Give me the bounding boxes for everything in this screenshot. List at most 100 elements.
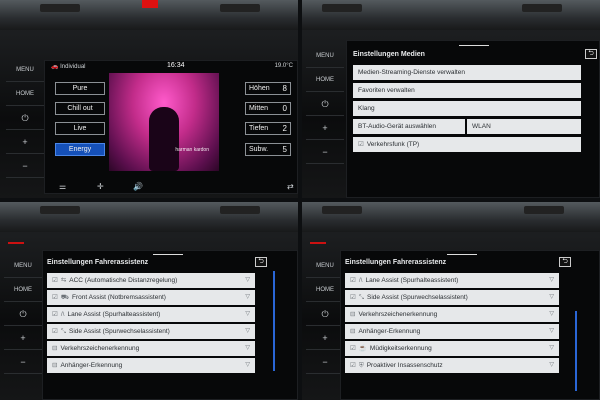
air-vent: [220, 206, 260, 214]
list-item-label: Anhänger-Erkennung: [60, 362, 123, 369]
back-icon[interactable]: ⮌: [559, 257, 571, 267]
volume-up-icon[interactable]: +: [306, 116, 344, 140]
drag-handle: [447, 254, 477, 255]
side-buttons: MENU HOME ⏻ + −: [6, 58, 44, 178]
list-item-label: Proaktiver Insassenschutz: [366, 362, 443, 369]
list-item-streaming[interactable]: Medien-Streaming-Dienste verwalten: [353, 65, 581, 80]
list-item-anhaenger[interactable]: ⊟ Anhänger-Erkennung ▽: [345, 324, 559, 339]
hazard-button[interactable]: [142, 0, 158, 8]
checkbox-icon[interactable]: ☑: [52, 307, 58, 322]
list-item-bt-audio[interactable]: BT-Audio-Gerät auswählen: [353, 119, 465, 134]
list-item-verkehrszeichen[interactable]: ⊟ Verkehrszeichenerkennung ▽: [47, 341, 255, 356]
screenshot-grid: MENU HOME ⏻ + − 🚗 Individual 16:34 19.0°…: [0, 0, 600, 400]
eq-label: Höhen: [249, 85, 270, 92]
list-item-verkehrsfunk[interactable]: ☑ Verkehrsfunk (TP): [353, 137, 581, 152]
air-vent: [322, 206, 362, 214]
list-item-klang[interactable]: Klang: [353, 101, 581, 116]
side-buttons: MENU HOME ⏻ + −: [306, 44, 344, 164]
checkbox-icon[interactable]: ☑: [350, 341, 356, 356]
list-item-label: Lane Assist (Spurhalteassistent): [67, 311, 161, 318]
power-icon[interactable]: ⏻: [306, 302, 344, 326]
list-item-favoriten[interactable]: Favoriten verwalten: [353, 83, 581, 98]
chevron-down-icon[interactable]: ▽: [245, 341, 250, 356]
menu-button[interactable]: MENU: [6, 58, 44, 82]
chevron-down-icon[interactable]: ▽: [549, 358, 554, 373]
chevron-down-icon[interactable]: ▽: [549, 324, 554, 339]
menu-button[interactable]: MENU: [306, 254, 344, 278]
list-item-side-assist[interactable]: ☑ ⤡ Side Assist (Spurwechselassistent) ▽: [47, 324, 255, 339]
list-item-label: Verkehrsfunk (TP): [366, 141, 420, 148]
list-item-label: Side Assist (Spurwechselassistent): [367, 294, 468, 301]
preset-live[interactable]: Live: [55, 122, 105, 135]
checkbox-icon[interactable]: ☑: [52, 273, 58, 288]
list-item-lane-assist[interactable]: ☑/\ Lane Assist (Spurhalteassistent) ▽: [345, 273, 559, 288]
list-item-label: Müdigkeitserkennung: [369, 345, 432, 352]
eq-mitten[interactable]: Mitten 0: [245, 102, 291, 115]
list-item-label: ACC (Automatische Distanzregelung): [69, 277, 178, 284]
chevron-down-icon[interactable]: ▽: [549, 273, 554, 288]
list-item-front-assist[interactable]: ☑ ⛟ Front Assist (Notbremsassistent) ▽: [47, 290, 255, 305]
scrollbar[interactable]: [273, 271, 275, 371]
menu-button[interactable]: MENU: [306, 44, 344, 68]
chevron-down-icon[interactable]: ▽: [245, 273, 250, 288]
power-icon[interactable]: ⏻: [4, 302, 42, 326]
volume-up-icon[interactable]: +: [4, 326, 42, 350]
checkbox-icon[interactable]: ☑: [350, 358, 356, 373]
chevron-down-icon[interactable]: ▽: [245, 307, 250, 322]
preset-chill-out[interactable]: Chill out: [55, 102, 105, 115]
menu-button[interactable]: MENU: [4, 254, 42, 278]
air-vent: [524, 206, 564, 214]
power-icon[interactable]: ⏻: [306, 92, 344, 116]
list-item-verkehrszeichen[interactable]: ⊟ Verkehrszeichenerkennung ▽: [345, 307, 559, 322]
chevron-down-icon[interactable]: ▽: [245, 358, 250, 373]
eq-subwoofer[interactable]: Subw. 5: [245, 143, 291, 156]
chevron-down-icon[interactable]: ▽: [549, 290, 554, 305]
volume-up-icon[interactable]: +: [6, 130, 44, 154]
volume-down-icon[interactable]: −: [306, 350, 344, 374]
back-icon[interactable]: ⮌: [585, 49, 597, 59]
chevron-down-icon[interactable]: ▽: [245, 290, 250, 305]
equalizer-icon[interactable]: ⚌: [59, 182, 66, 191]
bottom-toolbar: ⚌ ✛ 🔊 ⇄: [45, 181, 297, 193]
volume-down-icon[interactable]: −: [4, 350, 42, 374]
back-icon[interactable]: ⮌: [255, 257, 267, 267]
volume-down-icon[interactable]: −: [306, 140, 344, 164]
list-item-insassenschutz[interactable]: ☑ ⛨ Proaktiver Insassenschutz ▽: [345, 358, 559, 373]
list-item-lane-assist[interactable]: ☑/\ Lane Assist (Spurhalteassistent) ▽: [47, 307, 255, 322]
display-medien: Einstellungen Medien ⮌ Medien-Streaming-…: [346, 40, 600, 198]
swap-icon[interactable]: ⇄: [287, 182, 294, 191]
volume-up-icon[interactable]: +: [306, 326, 344, 350]
list-item-muedigkeit[interactable]: ☑ ☕ Müdigkeitserkennung ▽: [345, 341, 559, 356]
list-item-acc[interactable]: ☑ ⇆ ACC (Automatische Distanzregelung) ▽: [47, 273, 255, 288]
checkbox-icon[interactable]: ☑: [350, 273, 356, 288]
quadrant-medien: MENU HOME ⏻ + − Einstellungen Medien ⮌ M…: [302, 0, 600, 198]
volume-down-icon[interactable]: −: [6, 154, 44, 178]
checkbox-icon[interactable]: ☑: [358, 137, 364, 152]
balance-icon[interactable]: ✛: [97, 182, 104, 191]
chevron-down-icon[interactable]: ▽: [549, 307, 554, 322]
dashboard-bezel: [302, 202, 600, 232]
eq-tiefen[interactable]: Tiefen 2: [245, 122, 291, 135]
preset-energy[interactable]: Energy: [55, 143, 105, 156]
checkbox-icon[interactable]: ☑: [52, 324, 58, 339]
checkbox-icon[interactable]: ☑: [52, 290, 58, 305]
eq-label: Subw.: [249, 146, 269, 153]
home-button[interactable]: HOME: [4, 278, 42, 302]
profile-label: 🚗 Individual: [51, 64, 86, 70]
list-item-side-assist[interactable]: ☑ ⤡ Side Assist (Spurwechselassistent) ▽: [345, 290, 559, 305]
list-item-anhaenger[interactable]: ⊟ Anhänger-Erkennung ▽: [47, 358, 255, 373]
air-vent: [322, 4, 362, 12]
checkbox-icon[interactable]: ☑: [350, 290, 356, 305]
speaker-icon[interactable]: 🔊: [133, 182, 143, 191]
eq-hoehen[interactable]: Höhen 8: [245, 82, 291, 95]
home-button[interactable]: HOME: [306, 68, 344, 92]
trailer-icon: ⊟: [52, 362, 58, 369]
list-item-wlan[interactable]: WLAN: [467, 119, 581, 134]
chevron-down-icon[interactable]: ▽: [549, 341, 554, 356]
home-button[interactable]: HOME: [306, 278, 344, 302]
home-button[interactable]: HOME: [6, 82, 44, 106]
chevron-down-icon[interactable]: ▽: [245, 324, 250, 339]
preset-pure[interactable]: Pure: [55, 82, 105, 95]
scrollbar[interactable]: [575, 311, 577, 391]
power-icon[interactable]: ⏻: [6, 106, 44, 130]
